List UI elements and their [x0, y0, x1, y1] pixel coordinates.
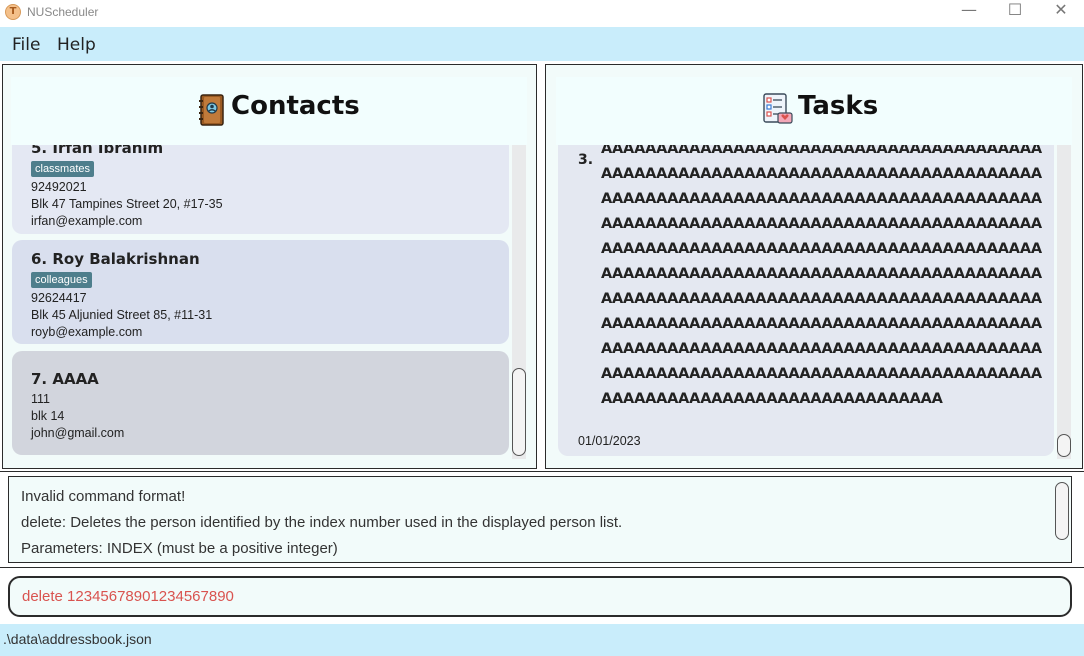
contact-card[interactable]: 5. Irfan Ibrahim classmates 92492021 Blk… [12, 145, 509, 234]
contact-address: Blk 47 Tampines Street 20, #17-35 [31, 197, 223, 211]
contact-card[interactable]: 6. Roy Balakrishnan colleagues 92624417 … [12, 240, 509, 344]
menu-bar: File Help [0, 27, 1084, 61]
contacts-scroll-thumb[interactable] [512, 368, 526, 456]
title-bar: T NUScheduler — ☐ ✕ [0, 0, 1084, 26]
contact-card[interactable]: 7. AAAA 111 blk 14 john@gmail.com [12, 351, 509, 455]
task-checklist-icon [763, 93, 793, 124]
contact-name: 5. Irfan Ibrahim [31, 145, 164, 157]
result-scrollbar[interactable] [1055, 480, 1069, 559]
task-date: 01/01/2023 [578, 434, 641, 448]
result-line: Invalid command format! [21, 488, 186, 505]
task-description: AAAAAAAAAAAAAAAAAAAAAAAAAAAAAAAAAAAAAAAA… [601, 145, 1042, 407]
close-button[interactable]: ✕ [1038, 0, 1084, 26]
tasks-panel: Tasks 3. AAAAAAAAAAAAAAAAAAAAAAAAAAAAAAA… [545, 64, 1083, 469]
contact-phone: 92492021 [31, 180, 87, 194]
contact-name: 6. Roy Balakrishnan [31, 250, 200, 268]
maximize-button[interactable]: ☐ [992, 0, 1038, 26]
tasks-title: Tasks [798, 91, 879, 121]
result-display: Invalid command format! delete: Deletes … [0, 471, 1084, 568]
status-bar: .\data\addressbook.json [0, 624, 1084, 656]
tasks-list[interactable]: 3. AAAAAAAAAAAAAAAAAAAAAAAAAAAAAAAAAAAAA… [546, 145, 1082, 468]
contact-tag: colleagues [31, 272, 92, 288]
contacts-panel: Contacts 5. Irfan Ibrahim classmates 924… [2, 64, 537, 469]
contacts-title: Contacts [231, 91, 360, 121]
result-text-area[interactable]: Invalid command format! delete: Deletes … [8, 476, 1072, 563]
app-logo-icon: T [5, 4, 21, 20]
command-input[interactable]: delete 12345678901234567890 [8, 576, 1072, 617]
contact-email: royb@example.com [31, 325, 143, 339]
contact-name: 7. AAAA [31, 370, 99, 388]
menu-file[interactable]: File [12, 35, 40, 55]
contact-email: irfan@example.com [31, 214, 143, 228]
contact-address: blk 14 [31, 409, 65, 423]
contact-phone: 92624417 [31, 291, 87, 305]
task-card[interactable]: 3. AAAAAAAAAAAAAAAAAAAAAAAAAAAAAAAAAAAAA… [558, 145, 1054, 456]
result-line: delete: Deletes the person identified by… [21, 514, 623, 531]
contacts-list[interactable]: 5. Irfan Ibrahim classmates 92492021 Blk… [3, 145, 533, 468]
save-file-path: .\data\addressbook.json [3, 631, 152, 647]
window-title: NUScheduler [27, 5, 99, 19]
menu-help[interactable]: Help [57, 35, 96, 55]
tasks-scroll-thumb[interactable] [1057, 434, 1071, 457]
contacts-scrollbar[interactable] [512, 145, 526, 459]
address-book-icon [199, 94, 224, 126]
contact-address: Blk 45 Aljunied Street 85, #11-31 [31, 308, 213, 322]
contacts-header: Contacts [11, 77, 527, 145]
result-line: Parameters: INDEX (must be a positive in… [21, 540, 338, 557]
minimize-button[interactable]: — [946, 0, 992, 26]
contact-phone: 111 [31, 392, 51, 406]
contact-email: john@gmail.com [31, 426, 125, 440]
contact-tag: classmates [31, 161, 95, 177]
tasks-scrollbar[interactable] [1057, 145, 1071, 459]
command-box: delete 12345678901234567890 [0, 570, 1084, 622]
result-scroll-thumb[interactable] [1055, 482, 1069, 540]
task-index: 3. [578, 152, 594, 168]
tasks-header: Tasks [556, 77, 1072, 145]
